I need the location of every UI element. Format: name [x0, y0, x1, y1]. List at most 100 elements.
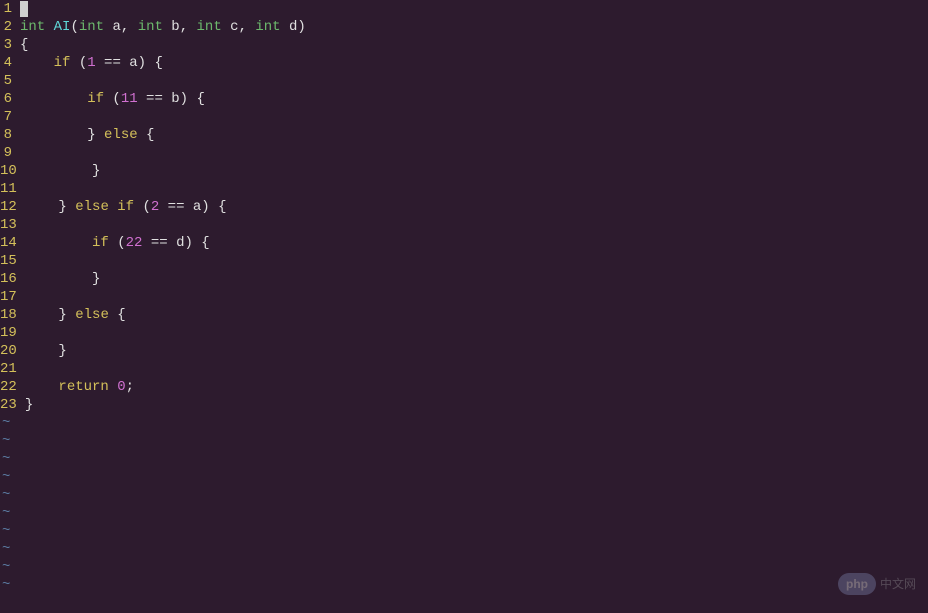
- code-line[interactable]: 10 }: [0, 162, 928, 180]
- code-line[interactable]: 22 return 0;: [0, 378, 928, 396]
- token-punct: ): [297, 19, 305, 35]
- token-punct: }: [20, 127, 104, 143]
- token-kw-ctrl: if: [87, 91, 104, 107]
- code-line[interactable]: 21: [0, 360, 928, 378]
- empty-line-tilde: ~: [0, 486, 928, 504]
- line-number: 19: [0, 324, 25, 342]
- code-line[interactable]: 1: [0, 0, 928, 18]
- code-content[interactable]: int AI(int a, int b, int c, int d): [20, 18, 306, 36]
- code-line[interactable]: 17: [0, 288, 928, 306]
- token-punct: ,: [121, 19, 138, 35]
- token-punct: [109, 199, 117, 215]
- token-num: 11: [121, 91, 138, 107]
- empty-line-tilde: ~: [0, 576, 928, 594]
- line-number: 9: [0, 144, 20, 162]
- token-punct: [109, 379, 117, 395]
- token-punct: ,: [239, 19, 256, 35]
- line-number: 20: [0, 342, 25, 360]
- code-line[interactable]: 12 } else if (2 == a) {: [0, 198, 928, 216]
- code-line[interactable]: 14 if (22 == d) {: [0, 234, 928, 252]
- token-param: b: [163, 19, 180, 35]
- line-number: 6: [0, 90, 20, 108]
- code-line[interactable]: 5: [0, 72, 928, 90]
- token-punct: }: [25, 163, 101, 179]
- code-line[interactable]: 6 if (11 == b) {: [0, 90, 928, 108]
- token-num: 22: [126, 235, 143, 251]
- code-content[interactable]: [20, 0, 28, 18]
- code-content[interactable]: if (22 == d) {: [25, 234, 210, 252]
- token-punct: [25, 235, 92, 251]
- line-number: 10: [0, 162, 25, 180]
- code-line[interactable]: 18 } else {: [0, 306, 928, 324]
- token-punct: }: [25, 343, 67, 359]
- code-line[interactable]: 2int AI(int a, int b, int c, int d): [0, 18, 928, 36]
- token-punct: ) {: [201, 199, 226, 215]
- token-punct: [20, 55, 54, 71]
- code-line[interactable]: 13: [0, 216, 928, 234]
- code-content[interactable]: {: [20, 36, 28, 54]
- token-op: ==: [142, 235, 176, 251]
- code-line[interactable]: 9: [0, 144, 928, 162]
- code-content[interactable]: }: [25, 396, 33, 414]
- code-line[interactable]: 8 } else {: [0, 126, 928, 144]
- token-num: 1: [87, 55, 95, 71]
- token-punct: {: [109, 307, 126, 323]
- code-line[interactable]: 15: [0, 252, 928, 270]
- code-content[interactable]: } else {: [20, 126, 154, 144]
- empty-line-tilde: ~: [0, 468, 928, 486]
- code-editor[interactable]: 1 2int AI(int a, int b, int c, int d)3{4…: [0, 0, 928, 613]
- token-punct: {: [20, 37, 28, 53]
- code-content[interactable]: return 0;: [25, 378, 134, 396]
- line-number: 17: [0, 288, 25, 306]
- token-op: ==: [159, 199, 193, 215]
- line-number: 13: [0, 216, 25, 234]
- code-content[interactable]: }: [25, 342, 67, 360]
- token-punct: (: [134, 199, 151, 215]
- token-punct: (: [70, 55, 87, 71]
- code-content[interactable]: } else if (2 == a) {: [25, 198, 227, 216]
- code-content[interactable]: } else {: [25, 306, 126, 324]
- empty-line-tilde: ~: [0, 432, 928, 450]
- token-param: c: [222, 19, 239, 35]
- line-number: 14: [0, 234, 25, 252]
- token-kw-ctrl: else: [75, 199, 109, 215]
- code-content[interactable]: if (1 == a) {: [20, 54, 163, 72]
- cursor: [20, 1, 28, 17]
- token-kw-ctrl: else: [104, 127, 138, 143]
- token-punct: ) {: [138, 55, 163, 71]
- code-line[interactable]: 16 }: [0, 270, 928, 288]
- line-number: 21: [0, 360, 25, 378]
- token-punct: ) {: [180, 91, 205, 107]
- code-content[interactable]: }: [25, 162, 101, 180]
- empty-line-tilde: ~: [0, 522, 928, 540]
- token-punct: }: [25, 271, 101, 287]
- token-kw-type: int: [79, 19, 104, 35]
- token-kw-ctrl: return: [58, 379, 108, 395]
- line-number: 4: [0, 54, 20, 72]
- token-punct: }: [25, 397, 33, 413]
- code-line[interactable]: 23}: [0, 396, 928, 414]
- line-number: 1: [0, 0, 20, 18]
- code-area[interactable]: 1 2int AI(int a, int b, int c, int d)3{4…: [0, 0, 928, 613]
- line-number: 11: [0, 180, 25, 198]
- line-number: 12: [0, 198, 25, 216]
- code-line[interactable]: 7: [0, 108, 928, 126]
- code-content[interactable]: if (11 == b) {: [20, 90, 205, 108]
- code-line[interactable]: 20 }: [0, 342, 928, 360]
- line-number: 23: [0, 396, 25, 414]
- code-line[interactable]: 19: [0, 324, 928, 342]
- token-punct: (: [70, 19, 78, 35]
- token-kw-type: int: [255, 19, 280, 35]
- token-op: ==: [138, 91, 172, 107]
- token-op: ==: [96, 55, 130, 71]
- code-line[interactable]: 11: [0, 180, 928, 198]
- empty-line-tilde: ~: [0, 450, 928, 468]
- code-line[interactable]: 3{: [0, 36, 928, 54]
- empty-line-tilde: ~: [0, 558, 928, 576]
- code-content[interactable]: }: [25, 270, 101, 288]
- token-punct: ) {: [184, 235, 209, 251]
- code-line[interactable]: 4 if (1 == a) {: [0, 54, 928, 72]
- token-num: 0: [117, 379, 125, 395]
- empty-line-tilde: ~: [0, 504, 928, 522]
- token-kw-ctrl: else: [75, 307, 109, 323]
